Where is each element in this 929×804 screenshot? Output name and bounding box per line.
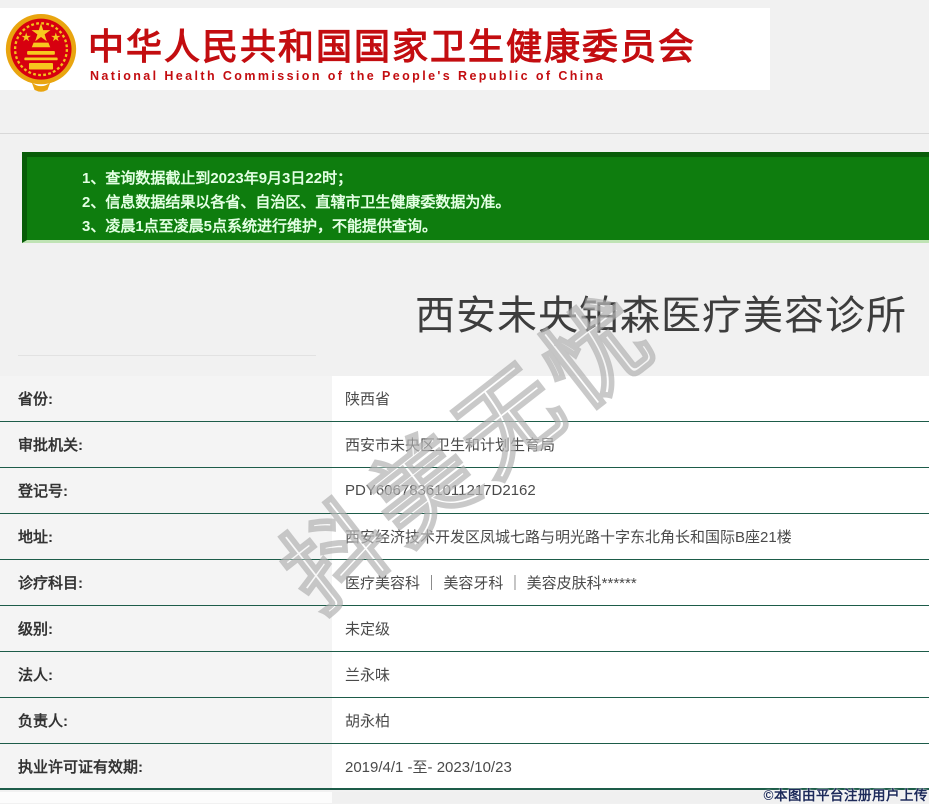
notice-line-2: 2、信息数据结果以各省、自治区、直辖市卫生健康委数据为准。 xyxy=(82,194,511,211)
table-row-legal-person: 法人: 兰永味 xyxy=(0,652,929,698)
upload-credit-text: ©本图由平台注册用户上传 xyxy=(763,788,928,803)
notice-line-1: 1、查询数据截止到2023年9月3日22时； xyxy=(82,170,353,187)
table-row-level: 级别: 未定级 xyxy=(0,606,929,652)
row-label: 地址: xyxy=(0,514,332,559)
row-label: 级别: xyxy=(0,606,332,651)
row-label: 诊疗科目: xyxy=(0,560,332,605)
row-label: 执业许可证有效期: xyxy=(0,744,332,788)
row-value: 医疗美容科 ｜ 美容牙科 ｜ 美容皮肤科****** xyxy=(332,560,929,605)
row-value: 2019/4/1 -至- 2023/10/23 xyxy=(332,744,929,788)
clinic-details-table: 省份: 陕西省 审批机关: 西安市未央区卫生和计划生育局 登记号: PDY606… xyxy=(0,376,929,790)
table-row-province: 省份: 陕西省 xyxy=(0,376,929,422)
site-title-en: National Health Commission of the People… xyxy=(90,69,606,83)
row-value: 西安经济技术开发区凤城七路与明光路十字东北角长和国际B座21楼 xyxy=(332,514,929,559)
china-national-emblem-icon xyxy=(4,10,78,92)
header-divider xyxy=(0,133,929,134)
bottom-strip-left xyxy=(0,792,332,803)
table-row-person-in-charge: 负责人: 胡永柏 xyxy=(0,698,929,744)
row-value: 胡永柏 xyxy=(332,698,929,743)
table-row-approval-authority: 审批机关: 西安市未央区卫生和计划生育局 xyxy=(0,422,929,468)
row-label: 负责人: xyxy=(0,698,332,743)
table-row-address: 地址: 西安经济技术开发区凤城七路与明光路十字东北角长和国际B座21楼 xyxy=(0,514,929,560)
row-value: 西安市未央区卫生和计划生育局 xyxy=(332,422,929,467)
table-row-registration-number: 登记号: PDY60678361011217D2162 xyxy=(0,468,929,514)
row-value: 陕西省 xyxy=(332,376,929,421)
row-label: 省份: xyxy=(0,376,332,421)
site-title-cn: 中华人民共和国国家卫生健康委员会 xyxy=(88,26,697,67)
row-value: PDY60678361011217D2162 xyxy=(332,468,929,513)
notice-line-3: 3、凌晨1点至凌晨5点系统进行维护，不能提供查询。 xyxy=(82,218,438,235)
row-value: 兰永味 xyxy=(332,652,929,697)
table-row-treatment-subjects: 诊疗科目: 医疗美容科 ｜ 美容牙科 ｜ 美容皮肤科****** xyxy=(0,560,929,606)
row-label: 审批机关: xyxy=(0,422,332,467)
title-underline xyxy=(18,355,316,356)
header-banner: 中华人民共和国国家卫生健康委员会 National Health Commiss… xyxy=(0,8,770,92)
row-value: 未定级 xyxy=(332,606,929,651)
clinic-name-title: 西安未央铂森医疗美容诊所 xyxy=(415,294,907,338)
notice-box: 1、查询数据截止到2023年9月3日22时； 2、信息数据结果以各省、自治区、直… xyxy=(22,152,929,243)
row-label: 法人: xyxy=(0,652,332,697)
row-label: 登记号: xyxy=(0,468,332,513)
